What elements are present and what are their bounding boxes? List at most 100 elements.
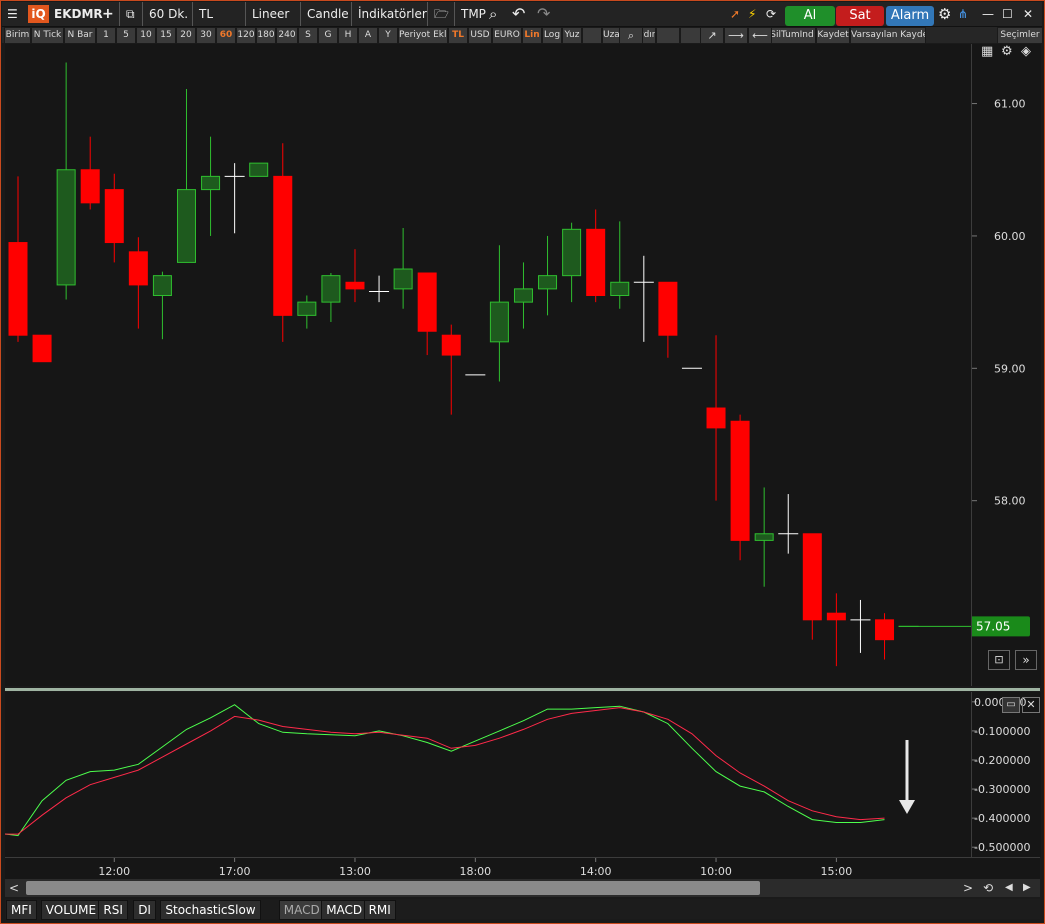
toolbar-button-23[interactable]: Log bbox=[542, 27, 562, 44]
toolbar-button-6[interactable]: 15 bbox=[156, 27, 176, 44]
toolbar-button-10[interactable]: 120 bbox=[236, 27, 256, 44]
toolbar-button-1[interactable]: N Tick bbox=[31, 27, 64, 44]
toolbar-button-18[interactable]: Periyot Ekle bbox=[398, 27, 448, 44]
toolbar-button-15[interactable]: H bbox=[338, 27, 358, 44]
toolbar-button-2[interactable]: N Bar bbox=[64, 27, 96, 44]
screenshot-icon[interactable]: ⊡ bbox=[988, 650, 1010, 670]
toolbar-button-16[interactable]: A bbox=[358, 27, 378, 44]
toolbar-button-4[interactable]: 5 bbox=[116, 27, 136, 44]
price-tick-label: 60.00 bbox=[994, 230, 1026, 243]
currency-selector[interactable]: TL bbox=[192, 2, 213, 26]
candle-body bbox=[393, 268, 413, 290]
candle-body bbox=[417, 272, 437, 332]
sync-icon[interactable]: ⟲ bbox=[983, 879, 993, 897]
close-icon[interactable]: ✕ bbox=[1023, 2, 1033, 26]
redo-icon[interactable]: ↷ bbox=[537, 2, 550, 26]
ray-icon[interactable]: ⟶ bbox=[724, 27, 748, 44]
pane-close-icon[interactable]: ✕ bbox=[1022, 697, 1040, 713]
candle-body bbox=[273, 175, 293, 316]
candle-body bbox=[610, 281, 630, 297]
toolbar-button-9[interactable]: 60 bbox=[216, 27, 236, 44]
magnifier-icon[interactable]: ⌕ bbox=[619, 27, 643, 44]
indicator-tab-mfi[interactable]: MFI bbox=[6, 900, 37, 920]
trend-icon[interactable]: ↗ bbox=[700, 27, 724, 44]
macd-tick-label: -0.200000 bbox=[974, 754, 1030, 767]
price-tick-label: 58.00 bbox=[994, 495, 1026, 508]
indicator-tab-volume[interactable]: VOLUME bbox=[40, 900, 102, 920]
layers-icon[interactable]: ◈ bbox=[1021, 44, 1031, 59]
indicator-tab-macd[interactable]: MACD bbox=[278, 900, 325, 920]
gear-icon[interactable]: ⚙ bbox=[938, 2, 951, 26]
buy-button[interactable]: Al bbox=[785, 6, 835, 26]
zoom-icon[interactable]: ⌕ bbox=[489, 2, 497, 26]
scale-selector[interactable]: Lineer bbox=[245, 2, 289, 26]
toolbar-button-5[interactable]: 10 bbox=[136, 27, 156, 44]
indicator-tab-rsi[interactable]: RSI bbox=[98, 900, 128, 920]
pane-divider[interactable] bbox=[5, 688, 1040, 691]
toolbar-button-3[interactable]: 1 bbox=[96, 27, 116, 44]
toolbar-button-11[interactable]: 180 bbox=[256, 27, 276, 44]
toolbar-button-8[interactable]: 30 bbox=[196, 27, 216, 44]
symbol-label[interactable]: EKDMR bbox=[54, 2, 103, 26]
tmp-button[interactable]: TMP bbox=[454, 2, 486, 26]
chart-type-selector[interactable]: Candle bbox=[300, 2, 349, 26]
period-selector[interactable]: 60 Dk. bbox=[142, 2, 188, 26]
horizontal-scrollbar[interactable]: < > ⟲ ◀ ▶ bbox=[5, 879, 1040, 897]
scroll-right-icon[interactable]: > bbox=[963, 879, 973, 897]
candle-body bbox=[441, 334, 461, 356]
maximize-icon[interactable]: ☐ bbox=[1002, 2, 1013, 26]
toolbar-button-22[interactable]: Lin bbox=[522, 27, 542, 44]
tool-icon[interactable]: ➚ bbox=[730, 2, 740, 26]
toolbar-button-0[interactable]: Birim bbox=[4, 27, 31, 44]
indicator-tab-macd[interactable]: MACD bbox=[321, 900, 368, 920]
toolbar-button-12[interactable]: 240 bbox=[276, 27, 298, 44]
candle-body bbox=[875, 619, 895, 641]
indicator-tab-stochasticslow[interactable]: StochasticSlow bbox=[160, 900, 261, 920]
sell-button[interactable]: Sat bbox=[836, 6, 884, 26]
minimize-icon[interactable]: — bbox=[982, 2, 994, 26]
candle-body bbox=[658, 281, 678, 336]
indicator-tab-di[interactable]: DI bbox=[133, 900, 156, 920]
price-chart[interactable] bbox=[5, 44, 971, 686]
external-link-icon[interactable]: ⧉ bbox=[119, 2, 135, 26]
toolbar-button-20[interactable]: USD bbox=[468, 27, 492, 44]
indicator-tab-rmi[interactable]: RMI bbox=[363, 900, 396, 920]
toolbar-button-28[interactable] bbox=[656, 27, 680, 44]
share-icon[interactable]: ⋔ bbox=[958, 2, 968, 26]
toolbar-button-13[interactable]: S bbox=[298, 27, 318, 44]
macd-chart[interactable] bbox=[0, 692, 971, 857]
alarm-button[interactable]: Alarm bbox=[886, 6, 934, 26]
toolbar-button-33[interactable]: Kaydet bbox=[816, 27, 850, 44]
toolbar-button-21[interactable]: EURO bbox=[492, 27, 522, 44]
scroll-end-icon[interactable]: » bbox=[1015, 650, 1037, 670]
grid-icon[interactable]: ▦ bbox=[981, 44, 993, 59]
toolbar-button-19[interactable]: TL bbox=[448, 27, 468, 44]
time-tick-label: 10:00 bbox=[700, 865, 732, 878]
arrow-annotation-head bbox=[899, 800, 915, 814]
menu-icon[interactable]: ☰ bbox=[7, 2, 18, 26]
toolbar-button-14[interactable]: G bbox=[318, 27, 338, 44]
undo-icon[interactable]: ↶ bbox=[512, 2, 525, 26]
back-ray-icon[interactable]: ⟵ bbox=[748, 27, 772, 44]
toolbar-button-35[interactable]: Seçimler bbox=[997, 27, 1043, 44]
prev-icon[interactable]: ◀ bbox=[1005, 879, 1013, 897]
candle-body bbox=[297, 301, 317, 316]
next-icon[interactable]: ▶ bbox=[1023, 879, 1031, 897]
toolbar-button-24[interactable]: Yuz bbox=[562, 27, 582, 44]
chart-gear-icon[interactable]: ⚙ bbox=[1001, 44, 1013, 59]
toolbar-button-7[interactable]: 20 bbox=[176, 27, 196, 44]
lightning-icon[interactable]: ⚡ bbox=[748, 2, 756, 26]
indicators-menu[interactable]: İndikatörler bbox=[351, 2, 427, 26]
macd-tick-label: -0.100000 bbox=[974, 725, 1030, 738]
pane-minimize-icon[interactable]: ▭ bbox=[1002, 697, 1020, 713]
refresh-icon[interactable]: ⟳ bbox=[766, 2, 776, 26]
open-folder-icon[interactable]: 🗁 bbox=[427, 2, 449, 26]
add-symbol-icon[interactable]: + bbox=[102, 2, 114, 26]
scroll-left-icon[interactable]: < bbox=[9, 879, 19, 897]
toolbar-button-34[interactable]: Varsayılan Kaydet bbox=[850, 27, 926, 44]
time-axis-svg: 12:00 17:00 13:00 18:00 14:00 10:00 15:00 bbox=[98, 858, 852, 878]
toolbar-button-25[interactable] bbox=[582, 27, 602, 44]
scroll-thumb[interactable] bbox=[26, 881, 760, 895]
toolbar-button-17[interactable]: Y bbox=[378, 27, 398, 44]
toolbar-button-32[interactable]: SilTumInd bbox=[768, 27, 816, 44]
